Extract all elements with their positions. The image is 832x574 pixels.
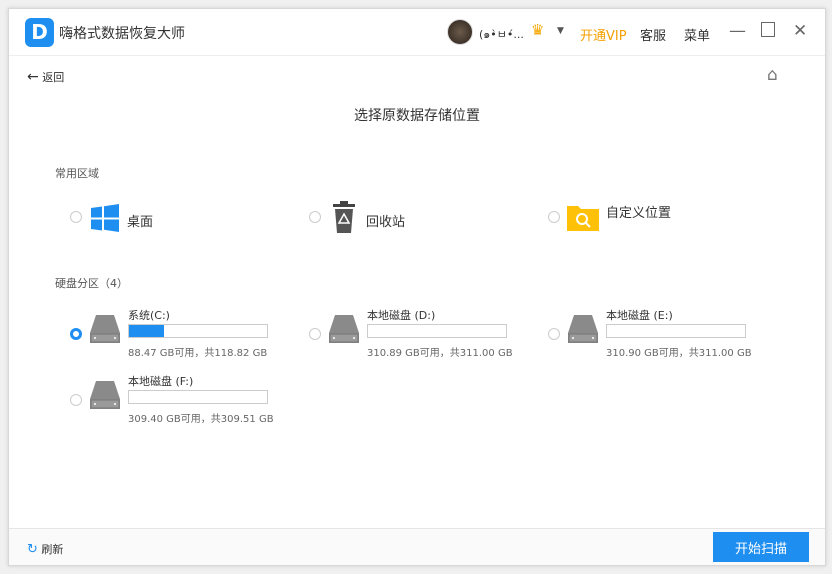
disk-info: 309.40 GB可用，共309.51 GB (128, 414, 274, 425)
custom-location-label[interactable]: 自定义位置 (606, 202, 671, 221)
radio-disk[interactable] (70, 394, 82, 406)
app-title: 嗨格式数据恢复大师 (59, 26, 185, 42)
windows-icon (91, 204, 119, 232)
disk-item[interactable]: 本地磁盘 (D:) 310.89 GB可用，共311.00 GB (329, 307, 513, 367)
disk-info: 88.47 GB可用，共118.82 GB (128, 348, 268, 359)
hard-drive-icon (568, 315, 598, 343)
close-icon[interactable]: ✕ (793, 21, 807, 41)
chevron-down-icon[interactable]: ▼ (557, 26, 564, 36)
disks-heading: 硬盘分区（4） (55, 277, 128, 290)
disk-info: 310.89 GB可用，共311.00 GB (367, 348, 513, 359)
radio-disk[interactable] (548, 328, 560, 340)
refresh-button[interactable]: ↻ 刷新 (27, 541, 63, 557)
start-scan-button[interactable]: 开始扫描 (713, 532, 809, 562)
app-logo: D (25, 18, 54, 47)
desktop-label[interactable]: 桌面 (127, 211, 153, 230)
radio-disk[interactable] (309, 328, 321, 340)
app-window: D 嗨格式数据恢复大师 (๑•̀ㅂ•́... ♛ ▼ 开通VIP 客服 菜单 —… (8, 8, 826, 566)
minimize-icon[interactable]: — (729, 21, 746, 41)
disk-info: 310.90 GB可用，共311.00 GB (606, 348, 752, 359)
menu-button[interactable]: 菜单 (684, 25, 710, 44)
disk-usage-fill (129, 325, 165, 337)
hard-drive-icon (329, 315, 359, 343)
disk-item[interactable]: 本地磁盘 (F:) 309.40 GB可用，共309.51 GB (90, 373, 274, 433)
disk-usage-bar (128, 390, 268, 404)
radio-recycle-bin[interactable] (309, 211, 321, 223)
service-button[interactable]: 客服 (640, 25, 666, 44)
radio-disk[interactable] (70, 328, 82, 340)
page-title: 选择原数据存储位置 (354, 108, 480, 124)
disk-usage-bar (367, 324, 507, 338)
maximize-icon[interactable] (761, 22, 775, 37)
title-bar: D 嗨格式数据恢复大师 (๑•̀ㅂ•́... ♛ ▼ 开通VIP 客服 菜单 —… (9, 9, 825, 56)
username[interactable]: (๑•̀ㅂ•́... (479, 25, 524, 43)
recycle-bin-label[interactable]: 回收站 (366, 211, 405, 230)
crown-icon: ♛ (531, 21, 545, 39)
disk-item[interactable]: 系统(C:) 88.47 GB可用，共118.82 GB (90, 307, 270, 367)
back-button[interactable]: ← 返回 (27, 69, 64, 85)
disk-name: 本地磁盘 (E:) (606, 309, 673, 322)
disk-name: 本地磁盘 (F:) (128, 375, 194, 388)
recycle-bin-icon (333, 201, 355, 233)
hard-drive-icon (90, 381, 120, 409)
refresh-label: 刷新 (41, 543, 64, 556)
folder-search-icon (567, 206, 599, 231)
disk-name: 本地磁盘 (D:) (367, 309, 436, 322)
avatar[interactable] (447, 19, 473, 45)
vip-button[interactable]: 开通VIP (580, 25, 627, 44)
common-heading: 常用区域 (55, 167, 99, 180)
disk-item[interactable]: 本地磁盘 (E:) 310.90 GB可用，共311.00 GB (568, 307, 752, 367)
refresh-icon: ↻ (27, 542, 38, 557)
disk-usage-bar (128, 324, 268, 338)
arrow-left-icon: ← (27, 69, 39, 85)
disk-usage-bar (606, 324, 746, 338)
disk-name: 系统(C:) (128, 309, 170, 322)
home-icon[interactable]: ⌂ (767, 65, 778, 85)
radio-custom-location[interactable] (548, 211, 560, 223)
radio-desktop[interactable] (70, 211, 82, 223)
footer: ↻ 刷新 开始扫描 (9, 528, 825, 565)
back-label: 返回 (42, 71, 65, 84)
hard-drive-icon (90, 315, 120, 343)
